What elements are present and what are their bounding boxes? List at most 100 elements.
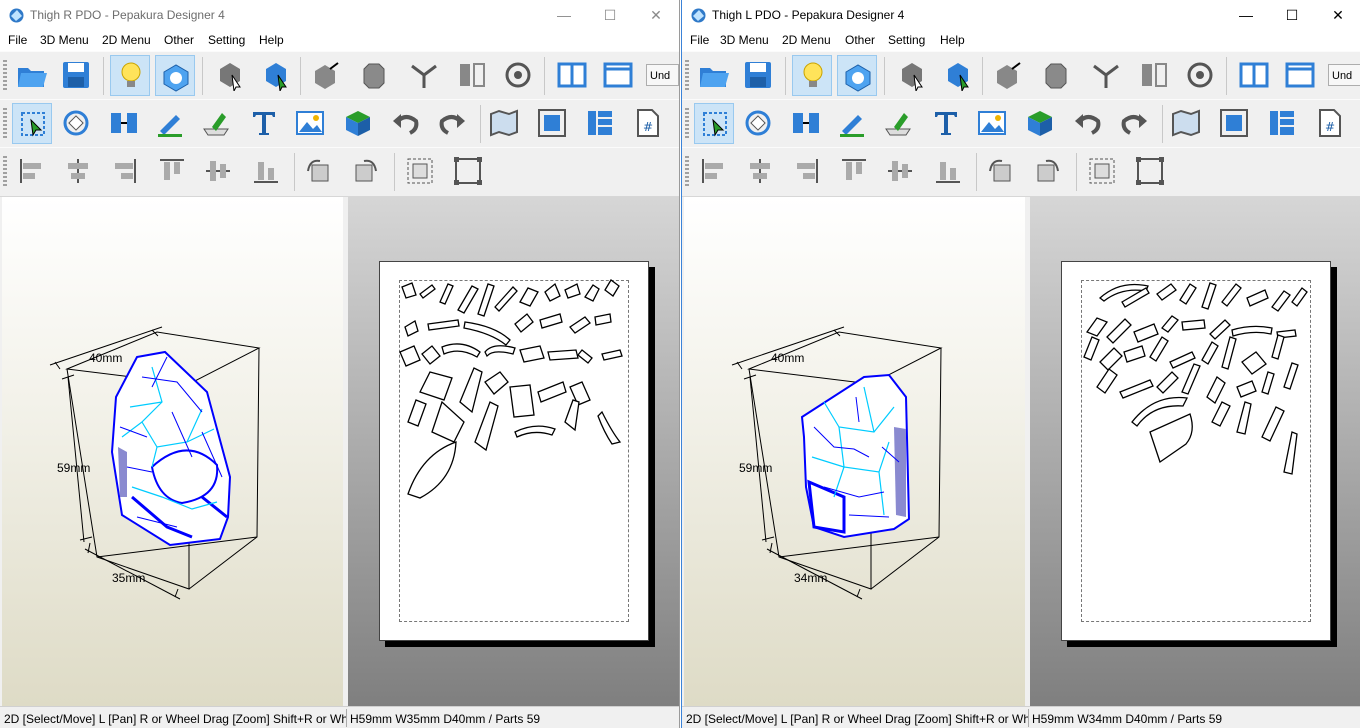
group-button[interactable] — [1082, 151, 1122, 192]
join-parts-button[interactable] — [104, 103, 144, 144]
text-button[interactable] — [244, 103, 284, 144]
flap-button[interactable] — [196, 103, 236, 144]
ungroup-button[interactable] — [1130, 151, 1170, 192]
view-eye-button[interactable] — [1180, 55, 1220, 96]
view-eye-button[interactable] — [498, 55, 538, 96]
unfold-map-button[interactable] — [484, 103, 524, 144]
open-file-button[interactable] — [12, 55, 52, 96]
light-bulb-button[interactable] — [110, 55, 150, 96]
select-3d-button[interactable] — [210, 55, 250, 96]
save-button[interactable] — [738, 55, 778, 96]
edge-tool-button[interactable] — [306, 55, 346, 96]
align-right-button[interactable] — [786, 151, 826, 192]
toolbar-grip[interactable] — [685, 60, 689, 92]
text-button[interactable] — [926, 103, 966, 144]
align-top-button[interactable] — [152, 151, 192, 192]
rotate-part-button[interactable] — [56, 103, 96, 144]
split-pane-button[interactable] — [1280, 55, 1320, 96]
save-button[interactable] — [56, 55, 96, 96]
colored-box-button[interactable] — [338, 103, 378, 144]
colored-box-button[interactable] — [1020, 103, 1060, 144]
rotate-part-button[interactable] — [738, 103, 778, 144]
fit-page-button[interactable] — [532, 103, 572, 144]
menu-setting[interactable]: Setting — [208, 33, 245, 47]
fit-page-button[interactable] — [1214, 103, 1254, 144]
menu-setting[interactable]: Setting — [888, 33, 925, 47]
undo-text-button[interactable]: Und — [1328, 64, 1360, 86]
single-pane-button[interactable] — [1234, 55, 1274, 96]
join-edges-button[interactable] — [404, 55, 444, 96]
maximize-button[interactable]: ☐ — [1269, 0, 1315, 31]
image-button[interactable] — [290, 103, 330, 144]
box-prism-button[interactable] — [1036, 55, 1076, 96]
close-button[interactable]: ✕ — [1315, 0, 1360, 31]
page-number-button[interactable]: # — [1310, 103, 1350, 144]
redo-button[interactable] — [1114, 103, 1154, 144]
align-middle-button[interactable] — [198, 151, 238, 192]
rotate-right-button[interactable] — [1028, 151, 1068, 192]
menu-other[interactable]: Other — [845, 33, 875, 47]
menu-file[interactable]: File — [8, 33, 27, 47]
ungroup-button[interactable] — [448, 151, 488, 192]
rotate-left-button[interactable] — [980, 151, 1020, 192]
toolbar-grip[interactable] — [685, 108, 689, 140]
maximize-button[interactable]: ☐ — [587, 0, 633, 31]
single-pane-button[interactable] — [552, 55, 592, 96]
menu-2d[interactable]: 2D Menu — [782, 33, 831, 47]
select-move-button[interactable] — [12, 103, 52, 144]
menu-help[interactable]: Help — [940, 33, 965, 47]
flap-button[interactable] — [878, 103, 918, 144]
view-2d[interactable] — [348, 197, 679, 706]
toolbar-grip[interactable] — [3, 108, 7, 140]
menu-3d[interactable]: 3D Menu — [720, 33, 769, 47]
image-button[interactable] — [972, 103, 1012, 144]
open-file-button[interactable] — [694, 55, 734, 96]
align-center-button[interactable] — [58, 151, 98, 192]
join-parts-button[interactable] — [786, 103, 826, 144]
texture-toggle-button[interactable] — [837, 55, 877, 96]
mirror-button[interactable] — [1134, 55, 1174, 96]
menu-file[interactable]: File — [690, 33, 709, 47]
align-left-button[interactable] — [694, 151, 734, 192]
edit-line-button[interactable] — [150, 103, 190, 144]
redo-button[interactable] — [432, 103, 472, 144]
align-bottom-button[interactable] — [928, 151, 968, 192]
rotate-left-button[interactable] — [298, 151, 338, 192]
view-3d[interactable]: 40mm 59mm 34mm — [684, 197, 1025, 706]
menu-3d[interactable]: 3D Menu — [40, 33, 89, 47]
rotate-right-button[interactable] — [346, 151, 386, 192]
view-3d[interactable]: 40mm 59mm 35mm — [2, 197, 343, 706]
view-2d[interactable] — [1030, 197, 1360, 706]
align-middle-button[interactable] — [880, 151, 920, 192]
texture-toggle-button[interactable] — [155, 55, 195, 96]
undo-button[interactable] — [386, 103, 426, 144]
light-bulb-button[interactable] — [792, 55, 832, 96]
join-edges-button[interactable] — [1086, 55, 1126, 96]
select-face-button[interactable] — [938, 55, 978, 96]
toolbar-grip[interactable] — [3, 60, 7, 92]
edit-line-button[interactable] — [832, 103, 872, 144]
menu-help[interactable]: Help — [259, 33, 284, 47]
align-left-button[interactable] — [12, 151, 52, 192]
page-number-button[interactable]: # — [628, 103, 668, 144]
close-button[interactable]: ✕ — [633, 0, 679, 31]
select-move-button[interactable] — [694, 103, 734, 144]
select-3d-button[interactable] — [892, 55, 932, 96]
menu-other[interactable]: Other — [164, 33, 194, 47]
menu-2d[interactable]: 2D Menu — [102, 33, 151, 47]
align-right-button[interactable] — [104, 151, 144, 192]
split-pane-button[interactable] — [598, 55, 638, 96]
mirror-button[interactable] — [452, 55, 492, 96]
layout-grid-button[interactable] — [1262, 103, 1302, 144]
minimize-button[interactable]: — — [541, 0, 587, 31]
align-center-button[interactable] — [740, 151, 780, 192]
toolbar-grip[interactable] — [3, 156, 7, 188]
box-prism-button[interactable] — [354, 55, 394, 96]
edge-tool-button[interactable] — [988, 55, 1028, 96]
layout-grid-button[interactable] — [580, 103, 620, 144]
unfold-map-button[interactable] — [1166, 103, 1206, 144]
undo-button[interactable] — [1068, 103, 1108, 144]
group-button[interactable] — [400, 151, 440, 192]
select-face-button[interactable] — [256, 55, 296, 96]
toolbar-grip[interactable] — [685, 156, 689, 188]
